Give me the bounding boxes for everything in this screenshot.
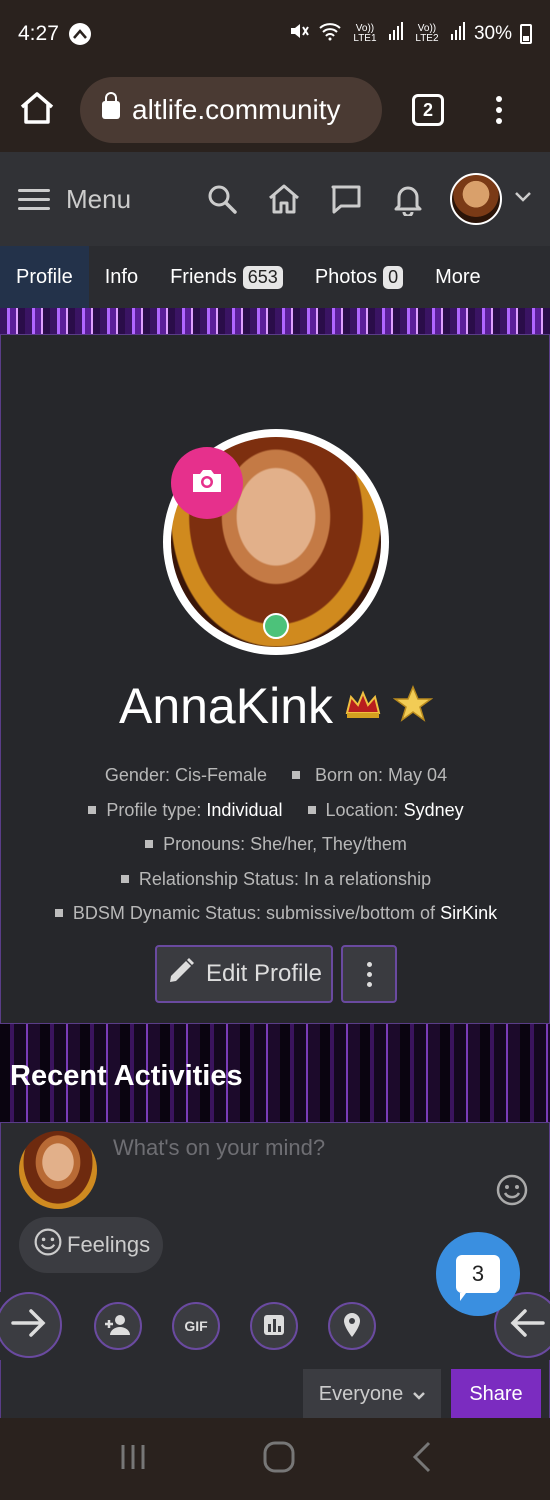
post-input[interactable]: What's on your mind? (113, 1135, 325, 1161)
battery-percent: 30% (473, 23, 512, 44)
edit-profile-button[interactable]: Edit Profile (155, 945, 333, 1003)
profile-username: AnnaKink (118, 678, 334, 734)
decorative-banner-strip (0, 308, 550, 334)
composer-avatar (19, 1131, 97, 1209)
crown-badge-icon (343, 687, 383, 726)
network-label-1: Vo)) LTE1 (353, 23, 377, 44)
star-badge-icon (392, 684, 434, 728)
profile-meta-line-2: Profile type: Individual Location: Sydne… (1, 800, 550, 821)
smiley-icon (33, 1227, 63, 1263)
signal-icon-1 (388, 22, 404, 46)
profile-meta-line-1: Gender: Cis-Female Born on: May 04 (1, 765, 550, 786)
site-header: Menu (0, 152, 550, 246)
feelings-label: Feelings (67, 1232, 151, 1257)
section-title: Recent Activities (10, 1060, 243, 1092)
tab-friends[interactable]: Friends 653 (154, 246, 299, 308)
url-bar[interactable]: altlife.community (80, 77, 382, 143)
privacy-label: Everyone (318, 1382, 404, 1405)
tab-photos[interactable]: Photos 0 (299, 246, 419, 308)
mute-icon (288, 20, 310, 48)
tab-more[interactable]: More (419, 246, 497, 308)
share-button[interactable]: Share (451, 1369, 541, 1419)
profile-meta-line-5: BDSM Dynamic Status: submissive/bottom o… (1, 903, 550, 924)
gif-button[interactable]: GIF (172, 1302, 220, 1350)
caret-down-icon (413, 1383, 426, 1406)
arrow-left-icon (509, 1308, 545, 1343)
search-icon[interactable] (202, 179, 242, 219)
online-status-dot (263, 613, 289, 639)
menu-label: Menu (66, 183, 132, 214)
menu-button[interactable]: Menu (18, 184, 131, 215)
add-person-icon (103, 1313, 133, 1340)
camera-icon (190, 467, 224, 500)
back-icon[interactable] (409, 1440, 433, 1479)
poll-button[interactable] (250, 1302, 298, 1350)
wifi-icon (318, 21, 342, 47)
home-icon[interactable] (18, 90, 56, 131)
status-bar: 4:27 Vo)) LTE1 Vo)) LTE2 30% (0, 0, 550, 68)
profile-tabs: Profile Info Friends 653 Photos 0 More (0, 246, 550, 308)
chevron-down-icon[interactable] (514, 190, 532, 208)
edit-profile-label: Edit Profile (205, 960, 323, 987)
chat-bubble-button[interactable]: 3 (436, 1232, 520, 1316)
url-text: altlife.community (132, 94, 341, 125)
scroll-right-button[interactable] (0, 1292, 62, 1358)
system-nav-bar (0, 1418, 550, 1500)
browser-toolbar: altlife.community 2 (0, 68, 550, 152)
profile-options-button[interactable] (341, 945, 397, 1003)
app-notification-icon (68, 23, 91, 45)
tab-switcher-button[interactable]: 2 (412, 94, 444, 126)
pronouns-info: Pronouns: She/her, They/them (163, 834, 407, 854)
notifications-bell-icon[interactable] (388, 179, 428, 219)
profile-type-value: Individual (206, 800, 283, 820)
home-nav-icon[interactable] (264, 179, 304, 219)
privacy-select[interactable]: Everyone (303, 1369, 441, 1419)
battery-icon (520, 24, 532, 44)
change-photo-button[interactable] (171, 447, 243, 519)
poll-chart-icon (262, 1313, 286, 1340)
tab-label: More (435, 265, 481, 288)
emoji-icon[interactable] (495, 1173, 529, 1212)
network-label-2: Vo)) LTE2 (415, 23, 439, 44)
birthday-info: Born on: May 04 (315, 765, 448, 785)
hamburger-icon (18, 188, 50, 210)
tag-friend-button[interactable] (94, 1302, 142, 1350)
status-time: 4:27 (18, 22, 59, 45)
messages-icon[interactable] (326, 179, 366, 219)
profile-card: AnnaKink Gender: Cis-Female Born on: May… (0, 334, 550, 1024)
home-button-icon[interactable] (262, 1440, 296, 1479)
location-value: Sydney (403, 800, 464, 820)
location-label: Location: (325, 800, 399, 820)
profile-type-label: Profile type: (106, 800, 202, 820)
location-button[interactable] (328, 1302, 376, 1350)
lock-icon (102, 92, 120, 119)
recent-apps-icon[interactable] (117, 1441, 149, 1478)
relationship-info: Relationship Status: In a relationship (138, 869, 432, 889)
profile-meta-line-4: Relationship Status: In a relationship (1, 869, 550, 890)
signal-icon-2 (450, 22, 466, 46)
browser-menu-icon[interactable] (496, 96, 502, 124)
friends-count-badge: 653 (242, 265, 283, 289)
tab-label: Info (104, 265, 139, 288)
profile-meta-line-3: Pronouns: She/her, They/them (1, 834, 550, 855)
map-pin-icon (342, 1312, 362, 1341)
bdsm-status-label: BDSM Dynamic Status: submissive/bottom o… (72, 903, 436, 923)
tab-label: Friends (170, 265, 237, 288)
bdsm-partner-link[interactable]: SirKink (440, 903, 497, 923)
feelings-button[interactable]: Feelings (19, 1217, 163, 1273)
post-actions: Everyone Share (0, 1360, 550, 1419)
recent-activities-banner: Recent Activities (0, 1024, 550, 1122)
gender-info: Gender: Cis-Female (104, 765, 267, 785)
gif-label: GIF (184, 1318, 208, 1334)
chat-count: 3 (456, 1255, 500, 1301)
pencil-icon (166, 956, 196, 993)
tab-label: Photos (314, 265, 378, 288)
photos-count-badge: 0 (383, 265, 404, 289)
tab-label: Profile (16, 265, 73, 288)
tab-info[interactable]: Info (89, 246, 154, 308)
arrow-right-icon (11, 1308, 47, 1343)
tab-profile[interactable]: Profile (0, 246, 89, 308)
user-avatar[interactable] (450, 173, 502, 225)
